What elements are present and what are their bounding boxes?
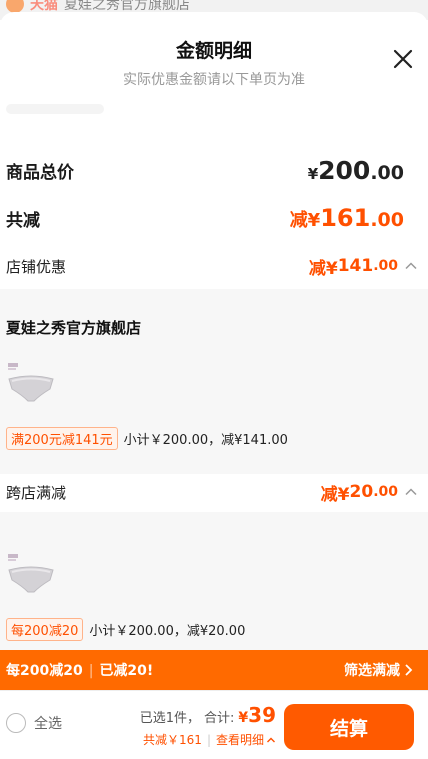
promo-banner: 每200减20 | 已减20! 筛选满减	[0, 650, 428, 690]
sheet-header: 金额明细 实际优惠金额请以下单页为准	[0, 12, 428, 114]
store-promo-line: 满200元减141元 小计￥200.00，减¥141.00	[6, 427, 288, 450]
total-reduce-label: 共减	[6, 210, 40, 231]
banner-rule: 每200减20	[6, 663, 83, 679]
total-price-row: 商品总价 ¥200.00	[0, 152, 428, 188]
store-promo-tag: 满200元减141元	[6, 427, 118, 450]
chevron-up-icon	[405, 262, 417, 270]
store-discount-value: 减¥ 141.00	[309, 254, 418, 279]
sheet-subtitle: 实际优惠金额请以下单页为准	[123, 72, 305, 88]
checkout-bar: 全选 已选1件， 合计: ¥39 共减￥161 | 查看明细 结算	[0, 690, 428, 759]
order-summary: 已选1件， 合计: ¥39 共减￥161 | 查看明细	[139, 703, 276, 748]
banner-status: 已减20!	[99, 663, 154, 679]
cross-promo-text: 小计￥200.00，减¥20.00	[89, 624, 246, 639]
close-icon[interactable]	[390, 46, 416, 72]
total-price-value: ¥200.00	[307, 155, 404, 185]
cross-store-discount-value: 减¥ 20.00	[321, 480, 418, 505]
product-thumbnail[interactable]	[6, 552, 56, 598]
filter-promo-label: 筛选满减	[344, 663, 400, 679]
placeholder-bar	[6, 104, 104, 114]
reduced-amount: 共减￥161	[143, 733, 202, 747]
chevron-up-icon	[267, 737, 275, 742]
cross-store-discount-detail: 每200减20 小计￥200.00，减¥20.00	[0, 512, 428, 652]
total-label: 合计:	[204, 711, 235, 726]
sheet-title: 金额明细	[175, 40, 252, 62]
cross-store-discount-label: 跨店满减	[6, 483, 67, 502]
total-reduce-value: 减¥161.00	[289, 204, 404, 232]
cross-promo-line: 每200减20 小计￥200.00，减¥20.00	[6, 618, 245, 641]
filter-promo-link[interactable]: 筛选满减	[344, 660, 414, 680]
amount-detail-sheet: 金额明细 实际优惠金额请以下单页为准 商品总价 ¥200.00 共减 减¥161…	[0, 12, 428, 759]
cross-store-discount-row[interactable]: 跨店满减 减¥ 20.00	[0, 474, 428, 510]
store-discount-label: 店铺优惠	[6, 257, 67, 276]
checkbox-icon[interactable]	[6, 713, 26, 733]
product-thumbnail[interactable]	[6, 361, 56, 407]
chevron-up-icon	[405, 488, 417, 496]
selected-count: 已选1件，	[139, 711, 201, 726]
total-reduce-row: 共减 减¥161.00	[0, 200, 428, 236]
total-payable: ¥39	[238, 703, 276, 727]
select-all-toggle[interactable]: 全选	[6, 713, 62, 733]
total-price-label: 商品总价	[6, 162, 74, 183]
view-detail-link[interactable]: 查看明细	[216, 731, 276, 748]
select-all-label: 全选	[34, 716, 62, 732]
store-name: 夏娃之秀官方旗舰店	[6, 319, 142, 337]
cross-promo-tag: 每200减20	[6, 618, 84, 641]
store-promo-text: 小计￥200.00，减¥141.00	[123, 433, 288, 448]
checkout-button[interactable]: 结算	[284, 704, 414, 750]
chevron-right-icon	[405, 664, 413, 676]
store-discount-detail: 夏娃之秀官方旗舰店 满200元减141元 小计￥200.00，减¥141.00	[0, 289, 428, 474]
store-discount-row[interactable]: 店铺优惠 减¥ 141.00	[0, 248, 428, 284]
